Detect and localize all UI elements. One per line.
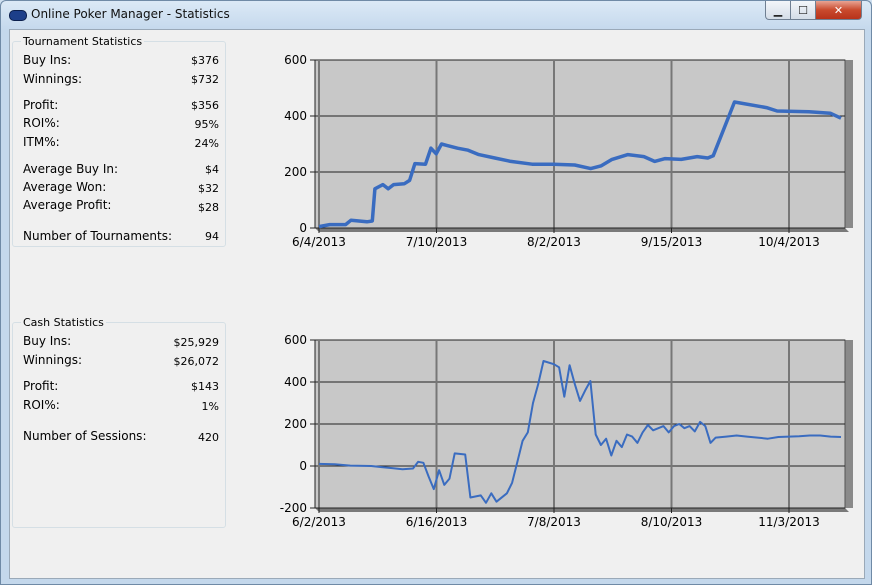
stat-value: $376 <box>191 54 219 67</box>
y-tick-label: 600 <box>284 333 307 347</box>
stat-value: 24% <box>194 137 219 150</box>
stat-label: ROI%: <box>23 116 60 130</box>
stat-label: Average Buy In: <box>23 162 119 176</box>
stat-value: 1% <box>201 400 219 413</box>
tournament-profit-chart: 0 200 400 600 6/4/2013 7/10/2013 8/2/2013 9/15/… <box>284 53 853 249</box>
stat-value: 94 <box>205 230 219 243</box>
stat-label: Profit: <box>23 379 59 393</box>
stat-label: ITM%: <box>23 135 60 149</box>
x-tick-label: 10/4/2013 <box>758 235 820 249</box>
x-tick-label: 6/4/2013 <box>292 235 346 249</box>
cash-stats-group: Cash Statistics Buy Ins: $25,929 Winning… <box>12 316 226 528</box>
x-tick-label: 7/8/2013 <box>527 515 581 529</box>
stat-label: Average Profit: <box>23 198 112 212</box>
plot-side-wall <box>845 60 853 228</box>
title-bar[interactable]: Online Poker Manager - Statistics ▁ ☐ ✕ <box>1 1 871 29</box>
app-window: Online Poker Manager - Statistics ▁ ☐ ✕ … <box>0 0 872 585</box>
plot-floor <box>315 228 849 232</box>
plot-side-wall <box>845 340 853 508</box>
stat-value: 420 <box>198 431 219 444</box>
x-tick-label: 11/3/2013 <box>758 515 820 529</box>
x-tick-label: 8/10/2013 <box>641 515 703 529</box>
stat-value: $25,929 <box>173 336 220 349</box>
y-tick-label: -200 <box>280 501 307 515</box>
stat-label: ROI%: <box>23 398 60 412</box>
x-tick-label: 7/10/2013 <box>406 235 468 249</box>
y-tick-label: 200 <box>284 417 307 431</box>
y-tick-label: 400 <box>284 375 307 389</box>
x-tick-label: 6/16/2013 <box>406 515 468 529</box>
stat-label: Average Won: <box>23 180 107 194</box>
x-tick-label: 9/15/2013 <box>641 235 703 249</box>
plot-area <box>314 59 846 229</box>
y-tick-label: 0 <box>299 459 307 473</box>
stat-value: $28 <box>198 201 219 214</box>
client-area: Tournament Statistics Buy Ins: $376 Winn… <box>9 29 865 579</box>
stat-label: Profit: <box>23 98 59 112</box>
stat-label: Number of Tournaments: <box>23 229 172 243</box>
minimize-button[interactable]: ▁ <box>765 1 791 20</box>
y-tick-label: 0 <box>299 221 307 235</box>
close-button[interactable]: ✕ <box>815 1 862 20</box>
stat-value: $356 <box>191 99 219 112</box>
maximize-button[interactable]: ☐ <box>790 1 816 20</box>
stat-value: $4 <box>205 163 219 176</box>
tournament-stats-group: Tournament Statistics Buy Ins: $376 Winn… <box>12 35 226 247</box>
y-tick-label: 600 <box>284 53 307 67</box>
stat-label: Buy Ins: <box>23 334 72 348</box>
stat-value: $32 <box>198 182 219 195</box>
x-tick-label: 6/2/2013 <box>292 515 346 529</box>
stat-value: $26,072 <box>173 355 220 368</box>
window-title: Online Poker Manager - Statistics <box>31 7 230 21</box>
cash-profit-chart: -200 0 200 400 600 6/2/2013 6/16/2013 7/8/2013 8… <box>280 333 853 529</box>
tournament-stats-title: Tournament Statistics <box>21 35 145 48</box>
cash-stats-title: Cash Statistics <box>21 316 106 329</box>
stat-label: Number of Sessions: <box>23 429 147 443</box>
stat-label: Winnings: <box>23 72 82 86</box>
stat-label: Winnings: <box>23 353 82 367</box>
x-tick-label: 8/2/2013 <box>527 235 581 249</box>
stat-value: 95% <box>194 118 219 131</box>
y-tick-label: 200 <box>284 165 307 179</box>
stat-label: Buy Ins: <box>23 53 72 67</box>
app-icon <box>9 10 27 21</box>
stat-value: $143 <box>191 380 219 393</box>
stat-value: $732 <box>191 73 219 86</box>
y-tick-label: 400 <box>284 109 307 123</box>
plot-floor <box>315 508 849 512</box>
